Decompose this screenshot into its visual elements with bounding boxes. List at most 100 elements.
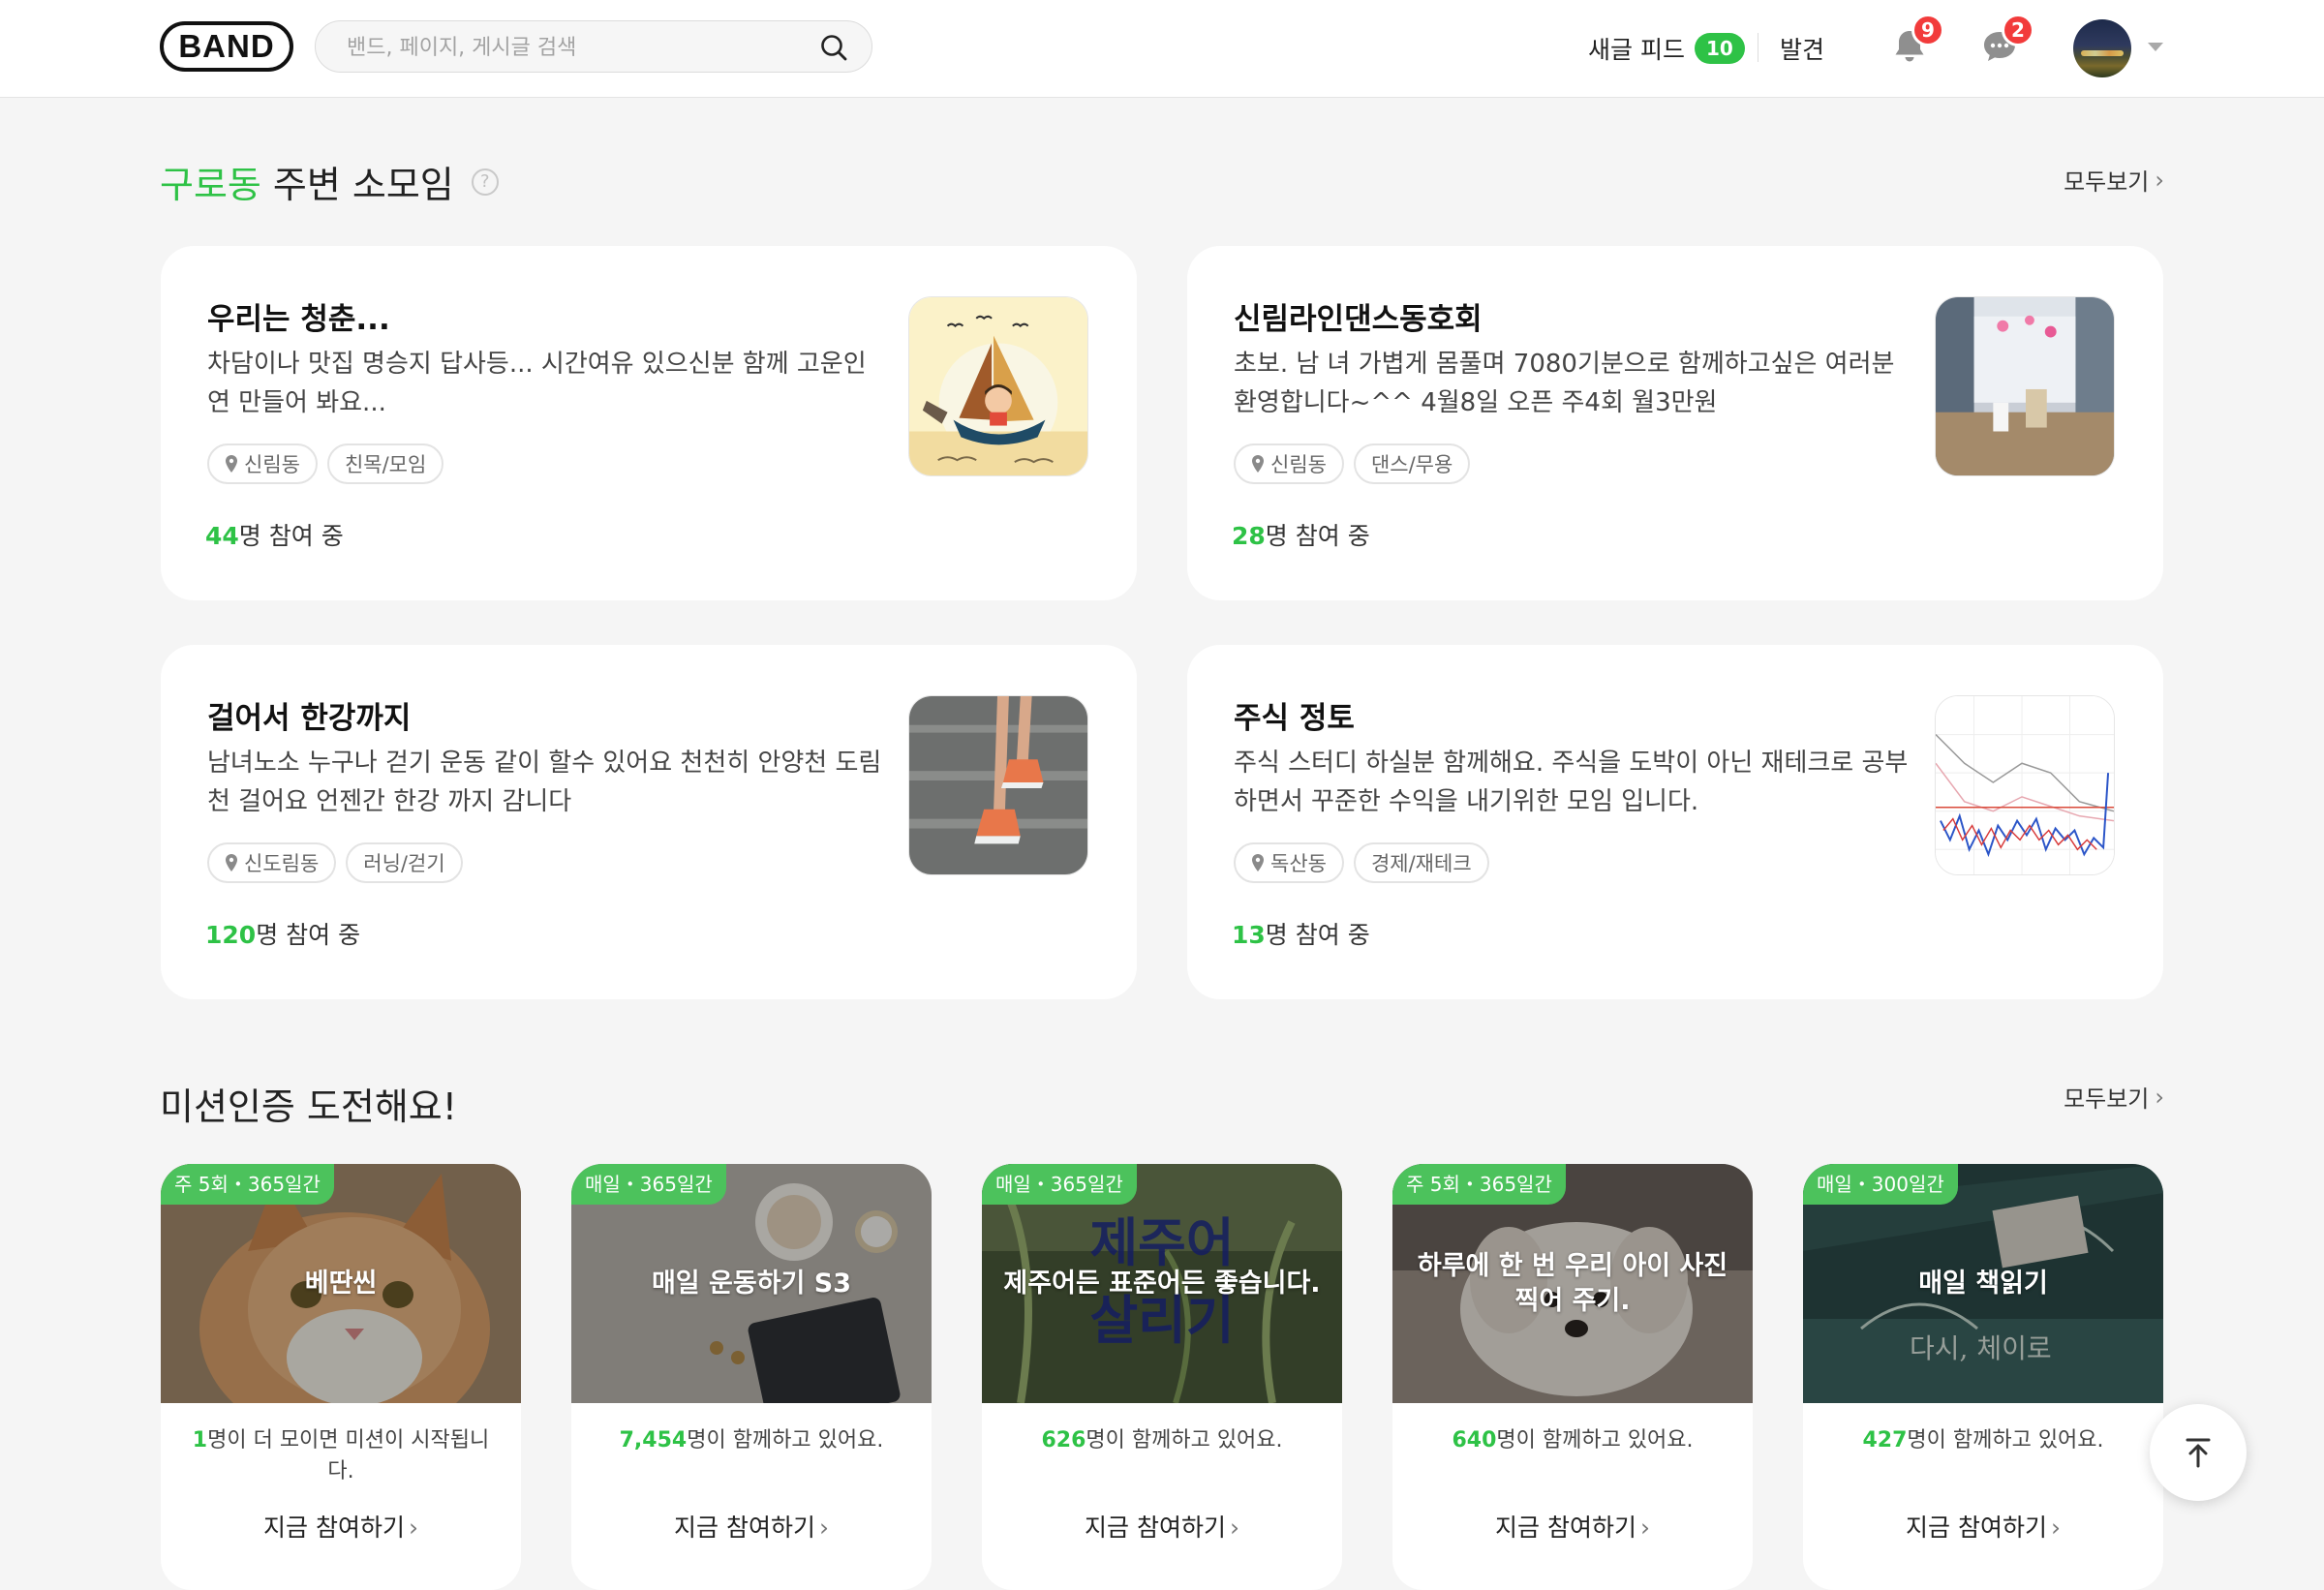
mission-count: 1: [192, 1428, 208, 1452]
member-count-number: 120: [205, 921, 257, 949]
group-description: 차담이나 맛집 명승지 답사등... 시간여유 있으신분 함께 고운인연 만들어…: [207, 350, 867, 417]
mission-status: 7,454명이 함께하고 있어요.: [591, 1425, 912, 1456]
group-description: 초보. 남 녀 가볍게 몸풀며 7080기분으로 함께하고싶은 여러분 환영합니…: [1234, 350, 1895, 417]
member-count: 120명 참여 중: [205, 916, 360, 951]
location-pin-icon: [226, 455, 237, 473]
mission-card[interactable]: 다시, 체이로 매일・300일간 매일 책읽기 427명이 함께하고 있어요. …: [1803, 1164, 2163, 1590]
join-now-link[interactable]: 지금 참여하기 ›: [1803, 1509, 2163, 1544]
group-name: 주식 정토: [1234, 701, 1355, 736]
chevron-right-icon: ›: [818, 1514, 829, 1542]
see-all-label: 모두보기: [2064, 168, 2150, 196]
mission-status: 427명이 함께하고 있어요.: [1822, 1425, 2144, 1456]
group-tags: 독산동 경제/재테크: [1234, 842, 1489, 883]
group-thumbnail: [908, 296, 1088, 476]
group-tags: 신도림동 러닝/걷기: [207, 842, 463, 883]
location-tag[interactable]: 신림동: [1234, 443, 1344, 484]
group-description: 주식 스터디 하실분 함께해요. 주식을 도박이 아닌 재테크로 공부하면서 꾸…: [1234, 749, 1909, 816]
mission-count: 626: [1041, 1428, 1086, 1452]
category-tag[interactable]: 댄스/무용: [1353, 443, 1471, 484]
search-icon[interactable]: [819, 33, 848, 62]
location-tag[interactable]: 신림동: [207, 443, 318, 484]
group-name: 우리는 청춘...: [207, 302, 390, 337]
group-name: 걸어서 한강까지: [207, 701, 412, 736]
nearby-see-all-link[interactable]: 모두보기 ›: [2064, 163, 2164, 197]
new-feed-label: 새글 피드: [1588, 36, 1685, 64]
search-bar: [315, 20, 872, 74]
notification-button[interactable]: 9: [1888, 14, 1944, 68]
chat-button[interactable]: 2: [1978, 14, 2034, 68]
mission-title: 매일 운동하기 S3: [651, 1268, 852, 1299]
mission-status: 1명이 더 모이면 미션이 시작됩니다.: [180, 1425, 502, 1487]
search-input[interactable]: [345, 21, 804, 74]
group-tags: 신림동 댄스/무용: [1234, 443, 1471, 484]
mission-status-text: 명이 더 모이면 미션이 시작됩니다.: [207, 1428, 490, 1483]
location-tag-label: 신도림동: [244, 852, 320, 875]
group-card[interactable]: 걸어서 한강까지 남녀노소 누구나 걷기 운동 같이 할수 있어요 천천히 안양…: [161, 645, 1137, 999]
dance-studio-photo: [1936, 297, 2114, 475]
group-thumbnail: [1935, 695, 2115, 875]
join-now-link[interactable]: 지금 참여하기 ›: [982, 1509, 1342, 1544]
location-tag-label: 신림동: [244, 453, 300, 476]
scroll-to-top-button[interactable]: [2150, 1404, 2247, 1501]
group-description: 남녀노소 누구나 걷기 운동 같이 할수 있어요 천천히 안양천 도림천 걸어요…: [207, 749, 882, 816]
member-count-suffix: 명 참여 중: [256, 921, 361, 949]
join-now-label: 지금 참여하기: [1085, 1514, 1226, 1542]
mission-card[interactable]: 매일・365일간 매일 운동하기 S3 7,454명이 함께하고 있어요. 지금…: [571, 1164, 932, 1590]
mission-title: 제주어든 표준어든 좋습니다.: [1003, 1268, 1321, 1299]
missions-see-all-link[interactable]: 모두보기 ›: [2064, 1080, 2164, 1114]
mission-card[interactable]: 제주어 살리기 매일・365일간 제주어든 표준어든 좋습니다. 626명이 함…: [982, 1164, 1342, 1590]
category-tag[interactable]: 러닝/걷기: [346, 842, 463, 883]
chevron-right-icon: ›: [2050, 1514, 2061, 1542]
member-count-number: 13: [1232, 921, 1266, 949]
notification-count-badge: 9: [1911, 14, 1944, 46]
top-header: BAND 새글 피드 10 발견 9 2: [0, 0, 2324, 98]
mission-title: 베딴씬: [304, 1268, 378, 1299]
member-count: 44명 참여 중: [205, 517, 344, 552]
join-now-link[interactable]: 지금 참여하기 ›: [1392, 1509, 1753, 1544]
band-logo[interactable]: BAND: [160, 21, 293, 72]
mission-status-text: 명이 함께하고 있어요.: [1496, 1428, 1694, 1452]
group-card[interactable]: 신림라인댄스동호회 초보. 남 녀 가볍게 몸풀며 7080기분으로 함께하고싶…: [1187, 246, 2163, 600]
mission-status-text: 명이 함께하고 있어요.: [687, 1428, 884, 1452]
new-feed-link[interactable]: 새글 피드 10: [1588, 29, 1745, 68]
nearby-title-text: 주변 소모임: [272, 164, 454, 206]
member-count: 13명 참여 중: [1232, 916, 1370, 951]
member-count: 28명 참여 중: [1232, 517, 1370, 552]
chevron-right-icon: ›: [2155, 166, 2164, 194]
join-now-link[interactable]: 지금 참여하기 ›: [161, 1509, 521, 1544]
mission-count: 640: [1452, 1428, 1497, 1452]
join-now-link[interactable]: 지금 참여하기 ›: [571, 1509, 932, 1544]
join-now-label: 지금 참여하기: [263, 1514, 405, 1542]
location-tag[interactable]: 독산동: [1234, 842, 1344, 883]
location-tag[interactable]: 신도림동: [207, 842, 337, 883]
mission-status: 626명이 함께하고 있어요.: [1001, 1425, 1323, 1456]
location-name[interactable]: 구로동: [160, 155, 261, 208]
member-count-number: 44: [205, 522, 239, 550]
group-thumbnail: [1935, 296, 2115, 476]
chevron-right-icon: ›: [1229, 1514, 1239, 1542]
join-now-label: 지금 참여하기: [1495, 1514, 1636, 1542]
arrow-up-icon: [2186, 1438, 2211, 1468]
location-pin-icon: [1252, 455, 1264, 473]
see-all-label: 모두보기: [2064, 1085, 2150, 1113]
member-count-suffix: 명 참여 중: [1265, 921, 1370, 949]
location-pin-icon: [226, 854, 237, 871]
member-count-number: 28: [1232, 522, 1266, 550]
discover-link[interactable]: 발견: [1780, 29, 1824, 68]
category-tag[interactable]: 경제/재테크: [1353, 842, 1489, 883]
mission-card[interactable]: 주 5회・365일간 베딴씬 1명이 더 모이면 미션이 시작됩니다. 지금 참…: [161, 1164, 521, 1590]
walking-legs-photo: [909, 696, 1087, 874]
mission-card[interactable]: 주 5회・365일간 하루에 한 번 우리 아이 사진 찍어 주기. 640명이…: [1392, 1164, 1753, 1590]
mission-title: 하루에 한 번 우리 아이 사진 찍어 주기.: [1417, 1250, 1728, 1316]
chevron-right-icon: ›: [408, 1514, 418, 1542]
chevron-down-icon[interactable]: [2148, 43, 2163, 51]
group-card[interactable]: 우리는 청춘... 차담이나 맛집 명승지 답사등... 시간여유 있으신분 함…: [161, 246, 1137, 600]
group-tags: 신림동 친목/모임: [207, 443, 444, 484]
location-tag-label: 신림동: [1270, 453, 1327, 476]
help-icon[interactable]: ?: [471, 168, 499, 196]
stock-chart-image: [1936, 696, 2114, 874]
mission-status-text: 명이 함께하고 있어요.: [1086, 1428, 1283, 1452]
category-tag[interactable]: 친목/모임: [326, 443, 444, 484]
group-card[interactable]: 주식 정토 주식 스터디 하실분 함께해요. 주식을 도박이 아닌 재테크로 공…: [1187, 645, 2163, 999]
profile-avatar[interactable]: [2073, 19, 2131, 77]
